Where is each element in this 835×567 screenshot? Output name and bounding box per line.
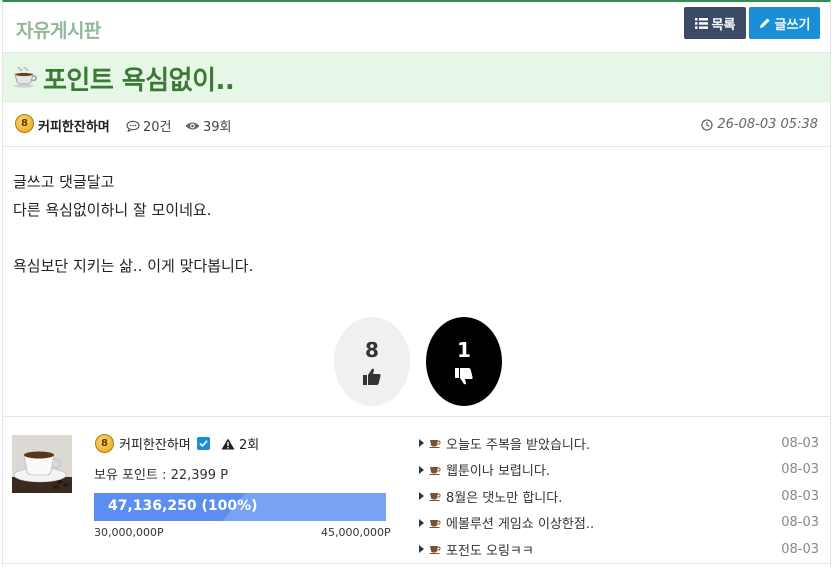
downvote-count: 1 — [457, 338, 471, 362]
recent-post-item[interactable]: 에볼루션 게임쇼 이상한점.. 08-03 — [419, 510, 819, 537]
recent-post-title: 에볼루션 게임쇼 이상한점.. — [446, 517, 595, 533]
coffee-cup-icon — [429, 546, 441, 555]
coffee-cup-icon — [429, 466, 441, 475]
profile-name[interactable]: 커피한잔하며 — [119, 434, 191, 453]
post-content: 글쓰고 댓글달고 다른 욕심없이하니 잘 모이네요. 욕심보단 지키는 삶.. … — [13, 168, 253, 280]
post-view: 자유게시판 목록 글쓰기 포인트 욕심없이.. 8 커피한잔하며 20건 39회… — [2, 0, 831, 567]
comment-icon — [126, 120, 140, 132]
coffee-cup-icon — [429, 440, 441, 449]
profile-level-badge-icon: 8 — [95, 434, 114, 456]
coffee-photo-icon — [12, 435, 72, 493]
downvote-button[interactable]: 1 — [426, 317, 502, 406]
content-line: 욕심보단 지키는 삶.. 이게 맞다봅니다. — [13, 257, 254, 275]
profile-name-row: 커피한잔하며 — [119, 434, 210, 453]
coffee-cup-icon — [429, 493, 441, 502]
coffee-cup-icon — [14, 66, 37, 88]
recent-post-title: 웹툰이나 보렵니다. — [446, 464, 550, 480]
post-title-bar: 포인트 욕심없이.. — [3, 53, 830, 102]
warning-icon — [221, 438, 235, 449]
view-count: 39회 — [185, 116, 232, 135]
caret-right-icon — [419, 492, 424, 501]
board-name[interactable]: 자유게시판 — [16, 16, 101, 43]
content-line: 글쓰고 댓글달고 — [13, 173, 115, 191]
bottom-divider — [3, 563, 830, 564]
upvote-button[interactable]: 8 — [334, 317, 410, 406]
recent-post-item[interactable]: 포전도 오링ㅋㅋ 08-03 — [419, 536, 819, 563]
post-author[interactable]: 커피한잔하며 — [38, 116, 110, 135]
content-line — [13, 224, 253, 252]
post-date-text: 26-08-03 05:38 — [717, 117, 818, 132]
thumbs-down-icon — [455, 368, 473, 385]
caret-right-icon — [419, 545, 424, 554]
level-badge-icon: 8 — [15, 114, 34, 136]
recent-post-date: 08-03 — [781, 462, 819, 478]
thumbs-up-icon — [363, 368, 381, 385]
recent-post-item[interactable]: 8월은 댓노만 합니다. 08-03 — [419, 483, 819, 510]
recent-post-date: 08-03 — [781, 515, 819, 531]
comment-count-text: 20건 — [143, 120, 172, 135]
post-date: 26-08-03 05:38 — [701, 117, 818, 132]
progress-min: 30,000,000P — [94, 526, 164, 539]
recent-post-title: 오늘도 주복을 받았습니다. — [446, 437, 590, 453]
list-button[interactable]: 목록 — [684, 7, 746, 39]
caret-right-icon — [419, 518, 424, 527]
view-count-text: 39회 — [203, 120, 232, 135]
points-progress-bar: 47,136,250 (100%) — [94, 493, 386, 521]
recent-post-item[interactable]: 오늘도 주복을 받았습니다. 08-03 — [419, 430, 819, 457]
progress-label: 47,136,250 (100%) — [108, 498, 258, 514]
pencil-icon — [759, 18, 770, 28]
section-divider — [3, 416, 830, 417]
warning-count: 2회 — [239, 438, 260, 453]
recent-post-item[interactable]: 웹툰이나 보렵니다. 08-03 — [419, 457, 819, 484]
author-recent-posts: 오늘도 주복을 받았습니다. 08-03 웹툰이나 보렵니다. 08-03 8월… — [419, 430, 819, 563]
progress-max: 45,000,000P — [321, 526, 391, 539]
upvote-count: 8 — [365, 338, 379, 362]
post-meta: 8 커피한잔하며 20건 39회 26-08-03 05:38 — [3, 102, 830, 147]
eye-icon — [185, 122, 200, 129]
coffee-cup-icon — [429, 519, 441, 528]
caret-right-icon — [419, 465, 424, 474]
board-header: 자유게시판 목록 글쓰기 — [3, 2, 830, 53]
caret-right-icon — [419, 439, 424, 448]
list-icon — [694, 17, 708, 29]
author-avatar[interactable] — [12, 435, 72, 493]
content-line: 다른 욕심없이하니 잘 모이네요. — [13, 201, 212, 219]
post-title: 포인트 욕심없이.. — [43, 66, 235, 96]
profile-points: 보유 포인트 : 22,399 P — [94, 468, 229, 483]
check-icon — [196, 437, 210, 450]
recent-post-date: 08-03 — [781, 541, 819, 557]
profile-warnings: 2회 — [221, 434, 259, 453]
list-button-label: 목록 — [711, 17, 736, 33]
write-button[interactable]: 글쓰기 — [749, 7, 820, 39]
recent-post-title: 포전도 오링ㅋㅋ — [446, 543, 534, 559]
recent-post-date: 08-03 — [781, 435, 819, 451]
clock-icon — [701, 118, 714, 131]
write-button-label: 글쓰기 — [774, 17, 811, 33]
recent-post-date: 08-03 — [781, 488, 819, 504]
recent-post-title: 8월은 댓노만 합니다. — [446, 490, 563, 506]
comment-count: 20건 — [126, 116, 172, 135]
